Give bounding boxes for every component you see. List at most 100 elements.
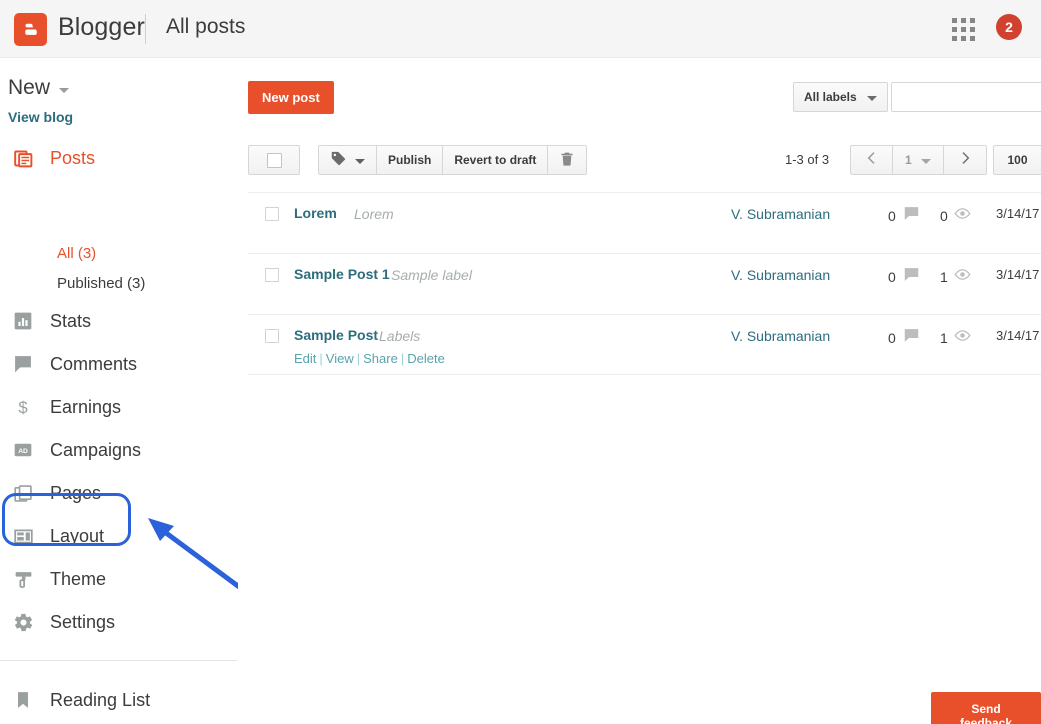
svg-text:AD: AD: [18, 448, 28, 455]
revert-to-draft-button[interactable]: Revert to draft: [443, 146, 549, 174]
share-link[interactable]: Share: [363, 351, 398, 366]
sidebar: New View blog Posts All (3) Published (3…: [0, 58, 238, 724]
sidebar-item-label: Posts: [50, 147, 96, 168]
edit-link[interactable]: Edit: [294, 351, 316, 366]
result-count: 1-3 of 3: [785, 152, 830, 167]
comment-bubble-icon: [903, 266, 920, 288]
page-number-dropdown[interactable]: 1: [893, 146, 944, 174]
apps-dot: [961, 36, 966, 41]
post-title-link[interactable]: Sample Post 1: [294, 266, 390, 282]
checkbox-box: [266, 152, 282, 168]
select-all-checkbox[interactable]: [248, 145, 300, 175]
post-title-link[interactable]: Lorem: [294, 205, 337, 221]
prev-page-button[interactable]: [851, 146, 893, 174]
post-author-link[interactable]: V. Subramanian: [731, 206, 830, 222]
table-row[interactable]: Lorem Lorem V. Subramanian 0 0 3/14/17: [248, 192, 1041, 253]
table-row[interactable]: Sample Post Labels Edit | View | Share | Delet…: [248, 314, 1041, 375]
blogger-all-posts-screen: Blogger All posts 2 New View blog Posts …: [0, 0, 1041, 724]
action-separator: |: [400, 351, 405, 366]
search-box[interactable]: [891, 82, 1041, 112]
per-page-value: 100: [1007, 153, 1028, 167]
all-labels-dropdown[interactable]: All labels: [793, 82, 888, 112]
row-checkbox[interactable]: [265, 329, 279, 343]
apps-dot: [952, 36, 957, 41]
blogger-logo-icon[interactable]: [14, 13, 47, 46]
post-view-count[interactable]: 1: [940, 327, 971, 349]
apps-dot: [970, 27, 975, 32]
sidebar-divider: [0, 660, 237, 661]
chevron-down-icon: [355, 158, 365, 164]
sidebar-subitem-all[interactable]: All (3): [57, 245, 96, 262]
view-count-value: 1: [940, 269, 948, 285]
view-link[interactable]: View: [326, 351, 354, 366]
pagination-controls: 1: [850, 145, 987, 175]
apps-dot: [970, 36, 975, 41]
row-checkbox[interactable]: [265, 268, 279, 282]
apps-dot: [961, 18, 966, 23]
apps-grid-icon[interactable]: [952, 18, 975, 41]
view-count-value: 0: [940, 208, 948, 224]
sidebar-item-posts[interactable]: Posts: [0, 136, 238, 180]
sidebar-item-label: Pages: [50, 482, 102, 503]
app-header: Blogger All posts 2: [0, 0, 1041, 58]
post-comment-count[interactable]: 0: [888, 205, 920, 227]
post-date: 3/14/17: [996, 267, 1040, 282]
sidebar-item-label: Comments: [50, 353, 138, 374]
comment-bubble-icon: [903, 327, 920, 349]
brand-name[interactable]: Blogger: [58, 13, 145, 42]
bookmark-icon: [12, 689, 34, 711]
sidebar-item-comments[interactable]: Comments: [0, 342, 238, 386]
post-author-link[interactable]: V. Subramanian: [731, 328, 830, 344]
notification-badge[interactable]: 2: [996, 14, 1022, 40]
page-title: All posts: [166, 15, 246, 38]
post-row-actions: Edit | View | Share | Delete: [294, 351, 445, 366]
row-checkbox[interactable]: [265, 207, 279, 221]
per-page-dropdown[interactable]: 100: [993, 145, 1041, 175]
next-page-button[interactable]: [943, 146, 986, 174]
comment-count-value: 0: [888, 269, 896, 285]
all-labels-dropdown-value: All labels: [804, 90, 857, 104]
post-view-count[interactable]: 0: [940, 205, 971, 227]
delete-button[interactable]: [548, 146, 587, 174]
delete-link[interactable]: Delete: [407, 351, 445, 366]
sidebar-item-layout[interactable]: Layout: [0, 514, 238, 558]
post-author-link[interactable]: V. Subramanian: [731, 267, 830, 283]
post-comment-count[interactable]: 0: [888, 327, 920, 349]
sidebar-item-label: Theme: [50, 568, 107, 589]
sidebar-item-pages[interactable]: Pages: [0, 471, 238, 515]
view-blog-link[interactable]: View blog: [8, 109, 73, 125]
post-comment-count[interactable]: 0: [888, 266, 920, 288]
eye-icon: [954, 205, 971, 227]
sidebar-subitem-published[interactable]: Published (3): [57, 275, 145, 292]
sidebar-item-label: Stats: [50, 310, 92, 331]
post-view-count[interactable]: 1: [940, 266, 971, 288]
new-post-button[interactable]: New post: [248, 81, 334, 114]
sidebar-item-label: Campaigns: [50, 439, 142, 460]
sidebar-item-earnings[interactable]: $ Earnings: [0, 385, 238, 429]
send-feedback-button[interactable]: Send feedback: [931, 692, 1041, 724]
action-separator: |: [319, 351, 323, 366]
post-labels: Lorem: [354, 206, 394, 222]
gear-icon: [12, 611, 34, 633]
earnings-icon: $: [12, 396, 34, 418]
posts-icon: [12, 147, 34, 169]
trash-icon: [559, 151, 575, 170]
search-input[interactable]: [892, 83, 1041, 111]
new-button[interactable]: New: [8, 76, 70, 100]
sidebar-item-reading-list[interactable]: Reading List: [0, 678, 238, 722]
post-title-link[interactable]: Sample Post: [294, 327, 378, 343]
sidebar-item-theme[interactable]: Theme: [0, 557, 238, 601]
post-date: 3/14/17: [996, 328, 1040, 343]
label-dropdown-button[interactable]: [319, 146, 377, 174]
table-row[interactable]: Sample Post 1 Sample label V. Subramania…: [248, 253, 1041, 314]
chevron-right-icon: [957, 150, 973, 171]
publish-button[interactable]: Publish: [377, 146, 444, 174]
comment-count-value: 0: [888, 208, 896, 224]
chevron-down-icon: [59, 87, 70, 93]
label-tag-icon: [330, 150, 347, 170]
sidebar-item-campaigns[interactable]: AD Campaigns: [0, 428, 238, 472]
post-labels: Labels: [379, 328, 421, 344]
sidebar-item-settings[interactable]: Settings: [0, 600, 238, 644]
page-number-value: 1: [905, 153, 912, 167]
sidebar-item-stats[interactable]: Stats: [0, 299, 238, 343]
